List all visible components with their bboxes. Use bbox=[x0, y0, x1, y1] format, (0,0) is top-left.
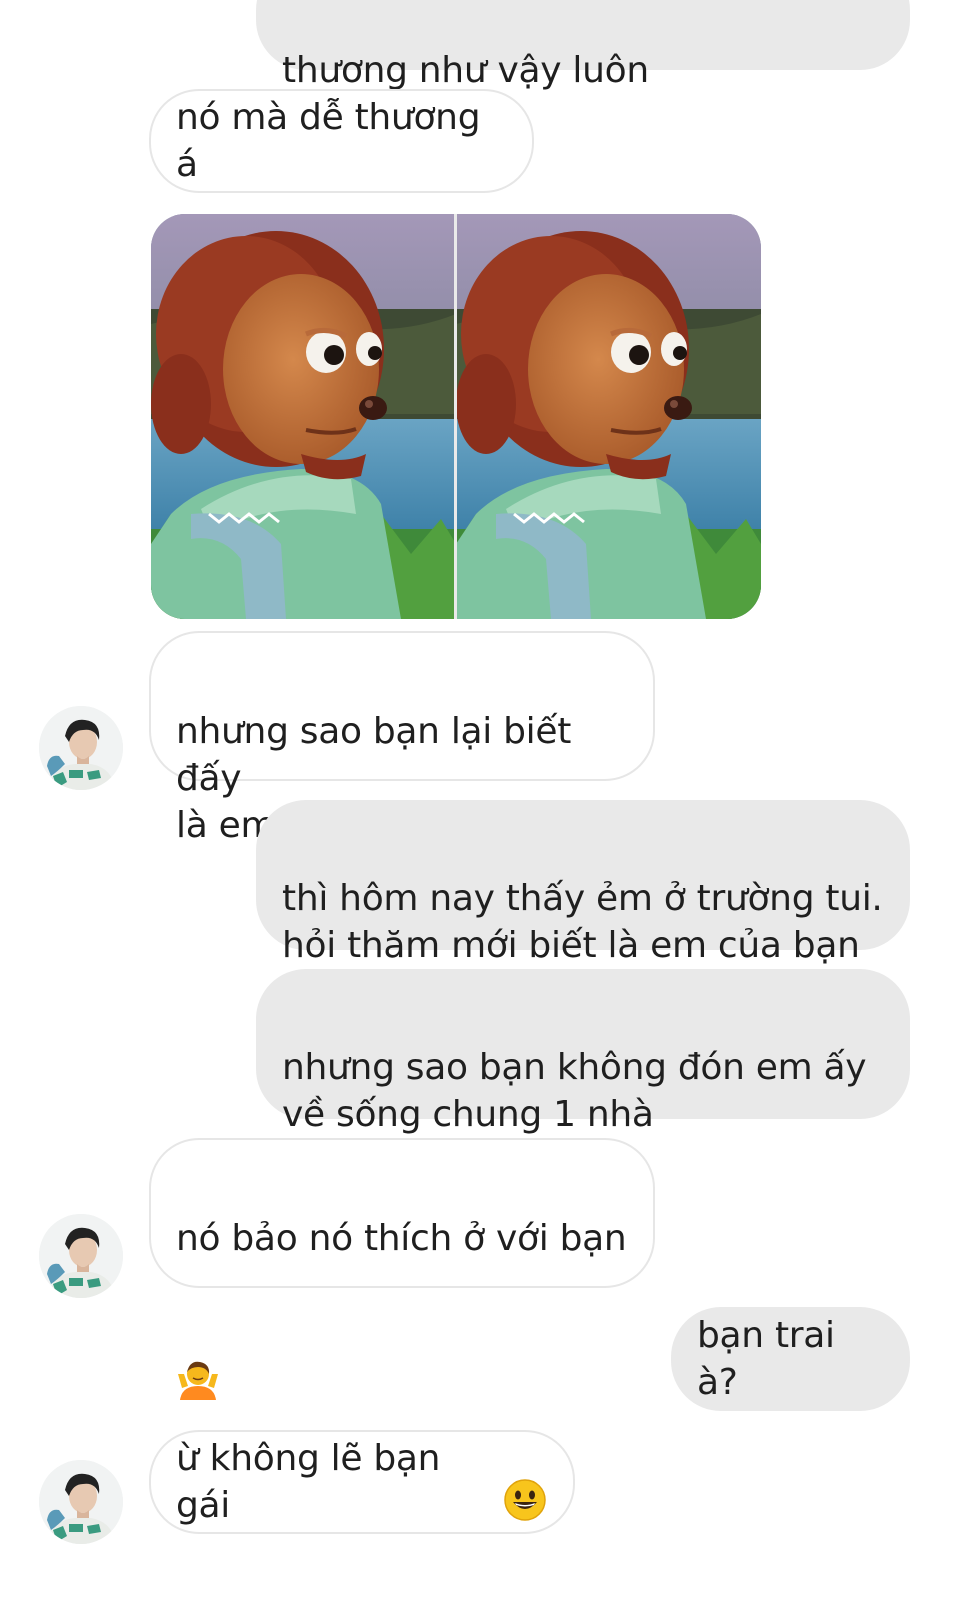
message-text: nó mà dễ thương á bbox=[176, 97, 481, 185]
message-text: bạn trai à? bbox=[697, 1315, 835, 1403]
person-shrugging-emoji-icon bbox=[176, 1311, 220, 1414]
message-text: nhưng sao bạn không đón em ấy về sống ch… bbox=[282, 1047, 867, 1135]
message-text: thương như vậy luôn bbox=[282, 50, 649, 91]
message-bubble-incoming[interactable]: nhưng sao bạn lại biết đấy là em tui bbox=[149, 631, 655, 846]
grinning-face-emoji-icon bbox=[503, 1431, 547, 1534]
avatar-icon bbox=[39, 1214, 123, 1298]
user-avatar[interactable] bbox=[39, 1214, 123, 1298]
avatar-icon bbox=[39, 1460, 123, 1544]
message-bubble-outgoing[interactable]: thương như vậy luôn bbox=[256, 0, 910, 175]
message-text: ừ không lẽ bạn gái bbox=[176, 1438, 441, 1526]
monkey-puppet-meme-image[interactable] bbox=[151, 214, 761, 619]
message-bubble-incoming[interactable]: ừ không lẽ bạn gái bbox=[149, 1430, 575, 1534]
message-bubble-incoming[interactable]: nó bảo nó thích ở với bạn bbox=[149, 1138, 655, 1400]
message-bubble-outgoing[interactable]: bạn trai à? bbox=[671, 1307, 910, 1411]
message-text: nó bảo nó thích ở với bạn bbox=[176, 1218, 627, 1259]
user-avatar[interactable] bbox=[39, 706, 123, 790]
message-bubble-incoming[interactable]: nó mà dễ thương á bbox=[149, 89, 534, 193]
message-text: thì hôm nay thấy ẻm ở trường tui. hỏi th… bbox=[282, 878, 883, 966]
user-avatar[interactable] bbox=[39, 1460, 123, 1544]
message-bubble-outgoing[interactable]: thì hôm nay thấy ẻm ở trường tui. hỏi th… bbox=[256, 800, 910, 966]
avatar-icon bbox=[39, 706, 123, 790]
message-bubble-outgoing[interactable]: nhưng sao bạn không đón em ấy về sống ch… bbox=[256, 969, 910, 1135]
